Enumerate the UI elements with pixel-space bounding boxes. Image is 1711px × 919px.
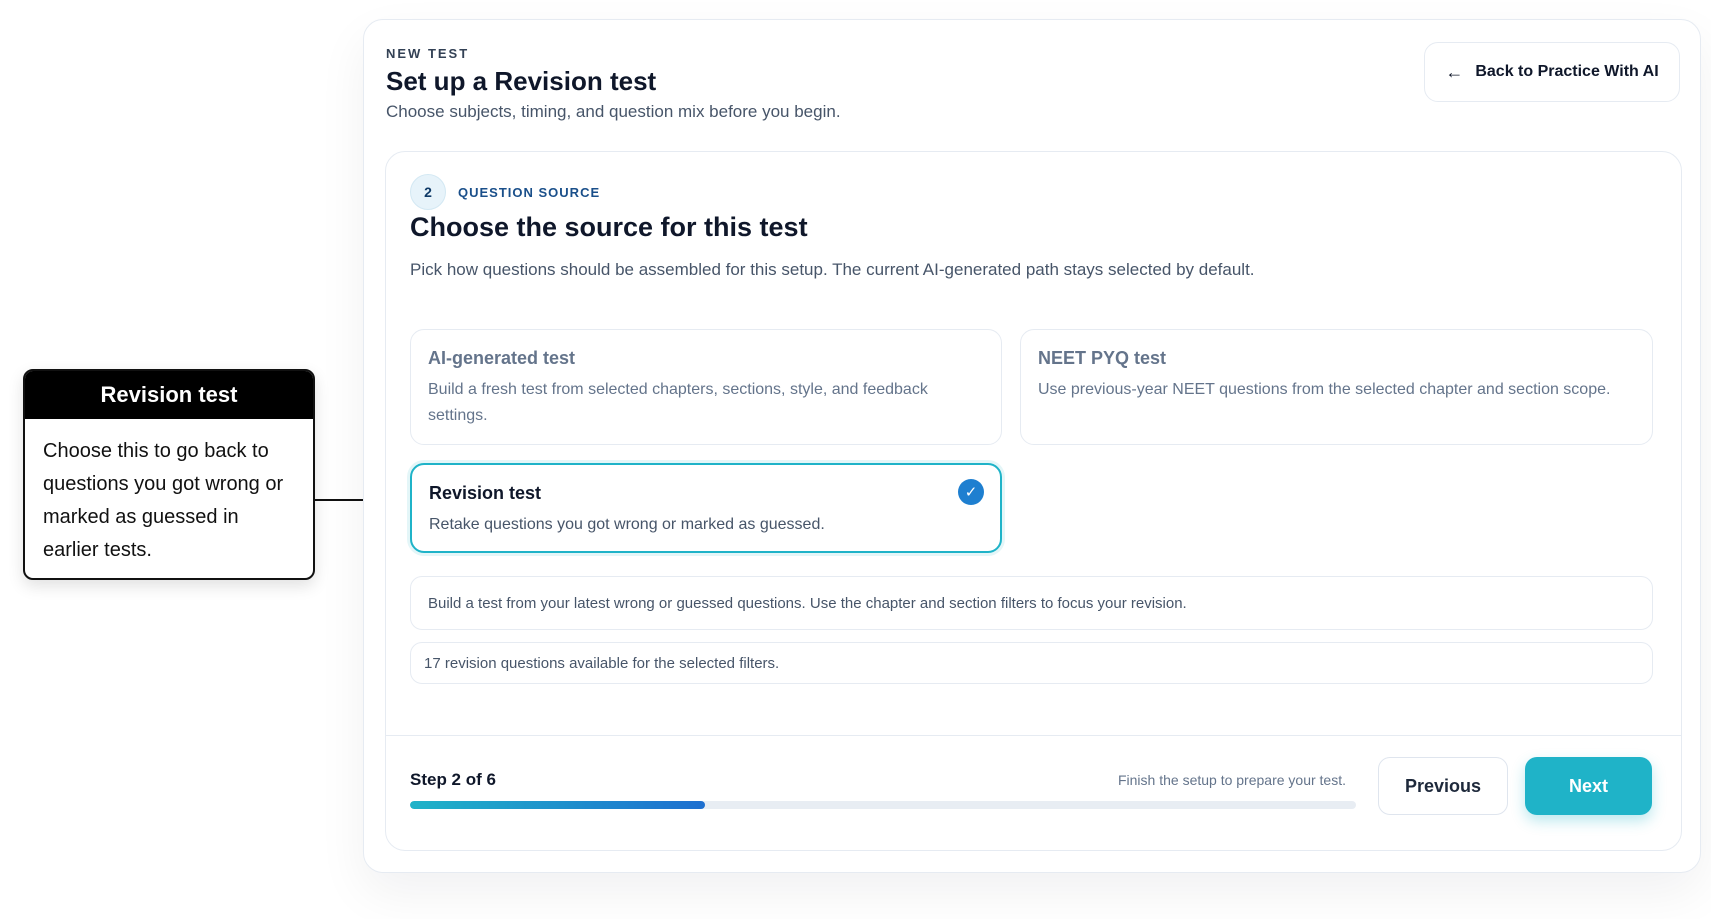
step-label: QUESTION SOURCE bbox=[458, 184, 601, 200]
next-button[interactable]: Next bbox=[1525, 757, 1652, 815]
step-number-badge: 2 bbox=[410, 174, 446, 210]
option-title: Revision test bbox=[429, 483, 542, 503]
page-eyebrow: NEW TEST bbox=[386, 46, 470, 61]
step-description: Pick how questions should be assembled f… bbox=[410, 260, 1255, 279]
option-description: Retake questions you got wrong or marked… bbox=[429, 516, 825, 533]
option-title: NEET PYQ test bbox=[1038, 348, 1167, 368]
tooltip-title: Revision test bbox=[25, 371, 313, 419]
tooltip-body: Choose this to go back to questions you … bbox=[43, 440, 284, 561]
footer-divider bbox=[386, 735, 1681, 736]
option-description: Use previous-year NEET questions from th… bbox=[1038, 381, 1611, 398]
check-circle-icon: ✓ bbox=[958, 479, 984, 505]
progress-bar-fill bbox=[410, 801, 706, 809]
option-neet-pyq-test[interactable]: NEET PYQ test Use previous-year NEET que… bbox=[1020, 329, 1653, 445]
page-title: Set up a Revision test bbox=[386, 66, 657, 96]
progress-hint: Finish the setup to prepare your test. bbox=[1117, 772, 1346, 788]
option-ai-generated-test[interactable]: AI-generated test Build a fresh test fro… bbox=[410, 329, 1002, 445]
step-progress-label: Step 2 of 6 bbox=[410, 770, 496, 789]
revision-tooltip: Revision test Choose this to go back to … bbox=[23, 369, 315, 580]
setup-card: NEW TEST Set up a Revision test Choose s… bbox=[363, 19, 1701, 873]
back-button-label: Back to Practice With AI bbox=[1475, 63, 1659, 80]
step-header: 2 QUESTION SOURCE bbox=[410, 174, 600, 210]
revision-availability-note: 17 revision questions available for the … bbox=[410, 642, 1653, 684]
option-description: Build a fresh test from selected chapter… bbox=[428, 381, 928, 424]
page-subtitle: Choose subjects, timing, and question mi… bbox=[386, 102, 841, 121]
option-title: AI-generated test bbox=[428, 348, 576, 368]
arrow-left-icon: ← bbox=[1445, 61, 1464, 82]
revision-info-text: Build a test from your latest wrong or g… bbox=[428, 594, 1187, 612]
progress-bar bbox=[410, 801, 1356, 809]
question-source-step: 2 QUESTION SOURCE Choose the source for … bbox=[385, 151, 1682, 851]
previous-button[interactable]: Previous bbox=[1378, 757, 1508, 815]
step-title: Choose the source for this test bbox=[410, 212, 808, 242]
revision-info-note: Build a test from your latest wrong or g… bbox=[410, 576, 1653, 630]
availability-text: 17 revision questions available for the … bbox=[424, 654, 780, 672]
option-revision-test[interactable]: Revision test Retake questions you got w… bbox=[410, 463, 1002, 553]
back-to-practice-button[interactable]: ← Back to Practice With AI bbox=[1424, 42, 1680, 102]
